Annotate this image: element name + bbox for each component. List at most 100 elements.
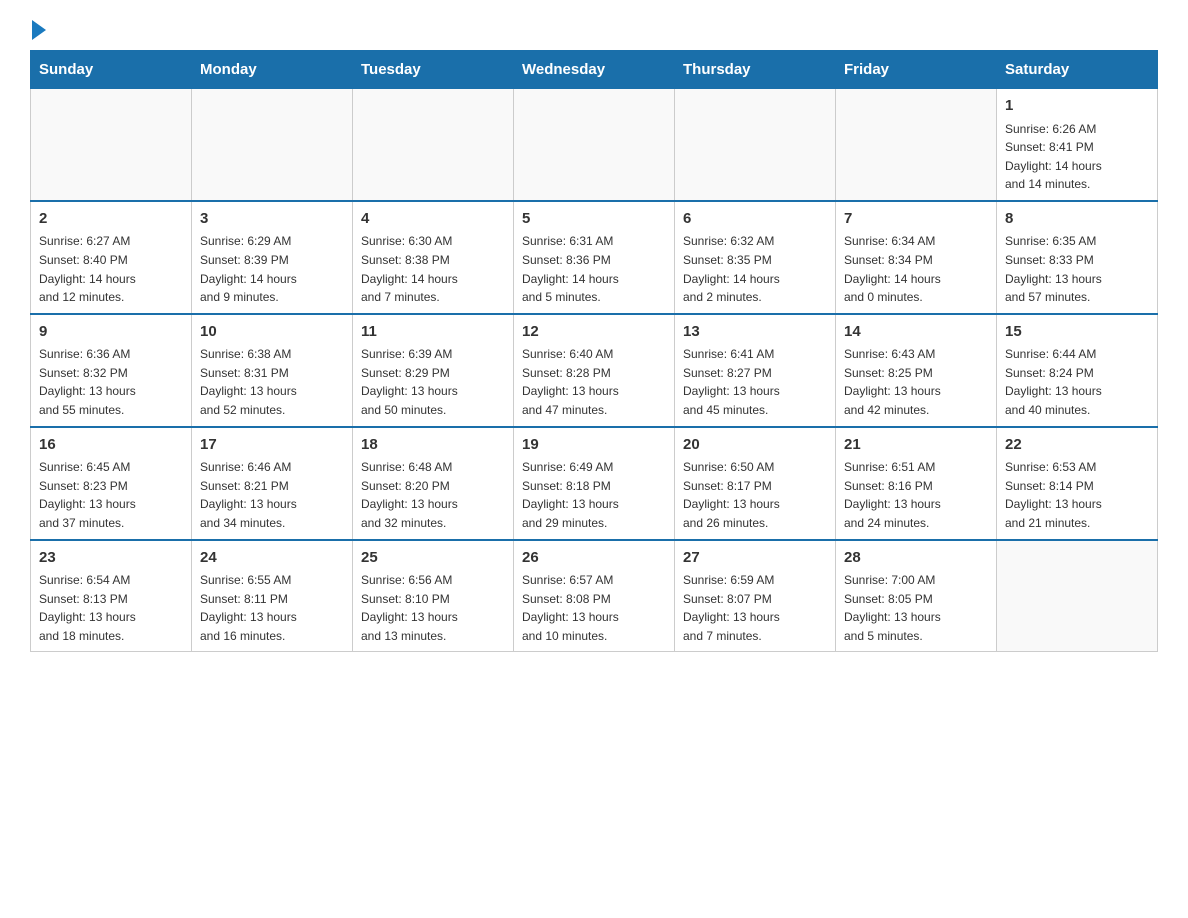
page-header (30, 20, 1158, 40)
day-info: Sunrise: 6:41 AMSunset: 8:27 PMDaylight:… (683, 345, 827, 419)
calendar-cell: 1Sunrise: 6:26 AMSunset: 8:41 PMDaylight… (997, 89, 1158, 201)
calendar-cell: 22Sunrise: 6:53 AMSunset: 8:14 PMDayligh… (997, 427, 1158, 540)
calendar-cell: 15Sunrise: 6:44 AMSunset: 8:24 PMDayligh… (997, 314, 1158, 427)
day-number: 22 (1005, 434, 1149, 457)
calendar-header-row: SundayMondayTuesdayWednesdayThursdayFrid… (31, 51, 1158, 89)
day-info: Sunrise: 6:26 AMSunset: 8:41 PMDaylight:… (1005, 120, 1149, 194)
calendar-cell: 18Sunrise: 6:48 AMSunset: 8:20 PMDayligh… (353, 427, 514, 540)
day-info: Sunrise: 6:46 AMSunset: 8:21 PMDaylight:… (200, 458, 344, 532)
day-number: 5 (522, 208, 666, 231)
calendar-cell: 3Sunrise: 6:29 AMSunset: 8:39 PMDaylight… (192, 201, 353, 314)
day-number: 21 (844, 434, 988, 457)
calendar-cell (192, 89, 353, 201)
weekday-header-monday: Monday (192, 51, 353, 89)
day-number: 26 (522, 547, 666, 570)
day-number: 10 (200, 321, 344, 344)
calendar-cell: 6Sunrise: 6:32 AMSunset: 8:35 PMDaylight… (675, 201, 836, 314)
day-number: 13 (683, 321, 827, 344)
day-number: 11 (361, 321, 505, 344)
day-info: Sunrise: 6:53 AMSunset: 8:14 PMDaylight:… (1005, 458, 1149, 532)
calendar-cell: 13Sunrise: 6:41 AMSunset: 8:27 PMDayligh… (675, 314, 836, 427)
calendar-cell: 7Sunrise: 6:34 AMSunset: 8:34 PMDaylight… (836, 201, 997, 314)
day-number: 17 (200, 434, 344, 457)
day-info: Sunrise: 6:56 AMSunset: 8:10 PMDaylight:… (361, 571, 505, 645)
calendar-cell: 9Sunrise: 6:36 AMSunset: 8:32 PMDaylight… (31, 314, 192, 427)
day-info: Sunrise: 6:32 AMSunset: 8:35 PMDaylight:… (683, 232, 827, 306)
day-info: Sunrise: 6:50 AMSunset: 8:17 PMDaylight:… (683, 458, 827, 532)
calendar-cell: 25Sunrise: 6:56 AMSunset: 8:10 PMDayligh… (353, 540, 514, 652)
day-info: Sunrise: 7:00 AMSunset: 8:05 PMDaylight:… (844, 571, 988, 645)
day-info: Sunrise: 6:55 AMSunset: 8:11 PMDaylight:… (200, 571, 344, 645)
calendar-cell: 8Sunrise: 6:35 AMSunset: 8:33 PMDaylight… (997, 201, 1158, 314)
day-info: Sunrise: 6:31 AMSunset: 8:36 PMDaylight:… (522, 232, 666, 306)
calendar-week-row: 1Sunrise: 6:26 AMSunset: 8:41 PMDaylight… (31, 89, 1158, 201)
day-number: 20 (683, 434, 827, 457)
day-info: Sunrise: 6:54 AMSunset: 8:13 PMDaylight:… (39, 571, 183, 645)
calendar-cell (675, 89, 836, 201)
day-number: 19 (522, 434, 666, 457)
weekday-header-friday: Friday (836, 51, 997, 89)
day-info: Sunrise: 6:45 AMSunset: 8:23 PMDaylight:… (39, 458, 183, 532)
calendar-cell: 5Sunrise: 6:31 AMSunset: 8:36 PMDaylight… (514, 201, 675, 314)
day-info: Sunrise: 6:44 AMSunset: 8:24 PMDaylight:… (1005, 345, 1149, 419)
day-number: 9 (39, 321, 183, 344)
day-info: Sunrise: 6:27 AMSunset: 8:40 PMDaylight:… (39, 232, 183, 306)
logo (30, 20, 48, 40)
calendar-week-row: 2Sunrise: 6:27 AMSunset: 8:40 PMDaylight… (31, 201, 1158, 314)
day-number: 16 (39, 434, 183, 457)
calendar-cell: 10Sunrise: 6:38 AMSunset: 8:31 PMDayligh… (192, 314, 353, 427)
day-number: 24 (200, 547, 344, 570)
calendar-cell (836, 89, 997, 201)
calendar-cell (997, 540, 1158, 652)
day-number: 1 (1005, 95, 1149, 118)
day-number: 7 (844, 208, 988, 231)
day-info: Sunrise: 6:48 AMSunset: 8:20 PMDaylight:… (361, 458, 505, 532)
calendar-cell: 17Sunrise: 6:46 AMSunset: 8:21 PMDayligh… (192, 427, 353, 540)
calendar-cell: 24Sunrise: 6:55 AMSunset: 8:11 PMDayligh… (192, 540, 353, 652)
calendar-cell: 2Sunrise: 6:27 AMSunset: 8:40 PMDaylight… (31, 201, 192, 314)
day-info: Sunrise: 6:39 AMSunset: 8:29 PMDaylight:… (361, 345, 505, 419)
logo-arrow-icon (32, 20, 46, 40)
calendar-cell (353, 89, 514, 201)
calendar-cell: 28Sunrise: 7:00 AMSunset: 8:05 PMDayligh… (836, 540, 997, 652)
day-info: Sunrise: 6:30 AMSunset: 8:38 PMDaylight:… (361, 232, 505, 306)
day-number: 14 (844, 321, 988, 344)
day-number: 2 (39, 208, 183, 231)
weekday-header-saturday: Saturday (997, 51, 1158, 89)
calendar-cell: 4Sunrise: 6:30 AMSunset: 8:38 PMDaylight… (353, 201, 514, 314)
day-info: Sunrise: 6:51 AMSunset: 8:16 PMDaylight:… (844, 458, 988, 532)
day-info: Sunrise: 6:38 AMSunset: 8:31 PMDaylight:… (200, 345, 344, 419)
calendar-table: SundayMondayTuesdayWednesdayThursdayFrid… (30, 50, 1158, 652)
day-info: Sunrise: 6:35 AMSunset: 8:33 PMDaylight:… (1005, 232, 1149, 306)
calendar-cell: 12Sunrise: 6:40 AMSunset: 8:28 PMDayligh… (514, 314, 675, 427)
day-info: Sunrise: 6:40 AMSunset: 8:28 PMDaylight:… (522, 345, 666, 419)
day-info: Sunrise: 6:29 AMSunset: 8:39 PMDaylight:… (200, 232, 344, 306)
day-number: 18 (361, 434, 505, 457)
day-number: 28 (844, 547, 988, 570)
calendar-cell: 16Sunrise: 6:45 AMSunset: 8:23 PMDayligh… (31, 427, 192, 540)
calendar-week-row: 9Sunrise: 6:36 AMSunset: 8:32 PMDaylight… (31, 314, 1158, 427)
calendar-cell: 26Sunrise: 6:57 AMSunset: 8:08 PMDayligh… (514, 540, 675, 652)
calendar-week-row: 16Sunrise: 6:45 AMSunset: 8:23 PMDayligh… (31, 427, 1158, 540)
day-info: Sunrise: 6:36 AMSunset: 8:32 PMDaylight:… (39, 345, 183, 419)
day-number: 23 (39, 547, 183, 570)
calendar-cell: 11Sunrise: 6:39 AMSunset: 8:29 PMDayligh… (353, 314, 514, 427)
day-info: Sunrise: 6:34 AMSunset: 8:34 PMDaylight:… (844, 232, 988, 306)
calendar-cell: 19Sunrise: 6:49 AMSunset: 8:18 PMDayligh… (514, 427, 675, 540)
calendar-cell: 14Sunrise: 6:43 AMSunset: 8:25 PMDayligh… (836, 314, 997, 427)
day-info: Sunrise: 6:57 AMSunset: 8:08 PMDaylight:… (522, 571, 666, 645)
day-number: 8 (1005, 208, 1149, 231)
day-info: Sunrise: 6:43 AMSunset: 8:25 PMDaylight:… (844, 345, 988, 419)
weekday-header-thursday: Thursday (675, 51, 836, 89)
calendar-cell: 27Sunrise: 6:59 AMSunset: 8:07 PMDayligh… (675, 540, 836, 652)
day-number: 15 (1005, 321, 1149, 344)
calendar-cell: 21Sunrise: 6:51 AMSunset: 8:16 PMDayligh… (836, 427, 997, 540)
day-number: 12 (522, 321, 666, 344)
calendar-cell (514, 89, 675, 201)
calendar-cell (31, 89, 192, 201)
weekday-header-tuesday: Tuesday (353, 51, 514, 89)
calendar-week-row: 23Sunrise: 6:54 AMSunset: 8:13 PMDayligh… (31, 540, 1158, 652)
calendar-cell: 20Sunrise: 6:50 AMSunset: 8:17 PMDayligh… (675, 427, 836, 540)
weekday-header-sunday: Sunday (31, 51, 192, 89)
calendar-cell: 23Sunrise: 6:54 AMSunset: 8:13 PMDayligh… (31, 540, 192, 652)
